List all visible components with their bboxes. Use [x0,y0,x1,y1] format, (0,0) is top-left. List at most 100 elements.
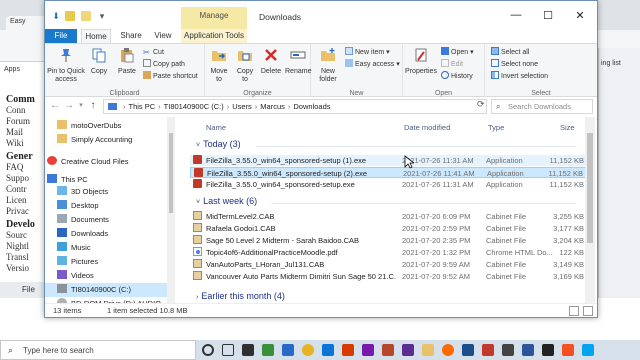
group-earlier[interactable]: › Earlier this month (4) [196,291,285,301]
breadcrumb-separator[interactable]: › [158,102,161,111]
nav-item[interactable]: motoOverDubs [45,119,173,133]
group-last-week[interactable]: ˅ Last week (6) [196,196,257,206]
file-scrollbar-thumb[interactable] [587,133,593,243]
file-row[interactable]: Rafaela Godoi1.CAB 2021-07-20 2:59 PM Cabi… [190,223,588,234]
sidebar-link[interactable]: Suppo [6,173,46,184]
sidebar-link[interactable]: Conn [6,105,46,116]
nav-item[interactable]: Desktop [45,199,173,213]
file-row[interactable]: FileZilla_3.55.0_win64_sponsored-setup.e… [190,179,588,190]
properties-qa-icon[interactable] [65,11,75,21]
column-name[interactable]: Name [206,123,226,132]
file-row[interactable]: FileZilla_3.55.0_win64_sponsored-setup (… [190,155,588,166]
history-button[interactable]: History [441,71,473,82]
browser-tab[interactable]: Easy [6,16,46,30]
details-view-icon[interactable] [569,306,579,316]
media-icon[interactable] [542,344,554,356]
paste-button[interactable]: Paste [113,47,141,76]
large-icons-view-icon[interactable] [583,306,593,316]
nav-item[interactable]: Music [45,241,173,255]
nav-item[interactable]: 3D Objects [45,185,173,199]
bookmark-apps[interactable]: Apps [4,66,20,73]
sidebar-link[interactable]: FAQ [6,162,46,173]
maximize-button[interactable]: ☐ [533,9,563,25]
sidebar-link[interactable]: Nightl [6,241,46,252]
open-button[interactable]: Open ▾ [441,47,474,58]
nav-item[interactable]: Pictures [45,255,173,269]
paste-shortcut-button[interactable]: Paste shortcut [143,71,198,82]
column-date-modified[interactable]: Date modified [404,123,450,132]
invert-selection-button[interactable]: Invert selection [491,71,548,82]
new-folder-button[interactable]: New folder [313,47,343,84]
rename-button[interactable]: Rename [285,47,311,76]
nav-item[interactable]: Downloads [45,227,173,241]
mail-icon[interactable] [322,344,334,356]
sidebar-link[interactable]: Forum [6,116,46,127]
tab-view[interactable]: View [149,29,177,43]
tab-file[interactable]: File [45,29,77,43]
recent-locations-icon[interactable]: ▾ [75,100,87,112]
breadcrumb-segment[interactable]: Marcus [260,102,285,111]
tab-home[interactable]: Home [81,29,111,43]
download-status-item[interactable]: File [0,282,46,298]
file-row[interactable]: Sage 50 Level 2 Midterm - Sarah Baidoo.C… [190,235,588,246]
refresh-icon[interactable]: ⟳ [477,99,487,110]
customize-qa-icon[interactable]: ▾ [97,11,107,21]
back-arrow-icon[interactable]: ← [49,100,61,112]
excel-icon[interactable] [262,344,274,356]
breadcrumb-segment[interactable]: TI80140900C (C:) [164,102,224,111]
cortana-icon[interactable] [202,344,214,356]
sidebar-link[interactable]: Licen [6,195,46,206]
select-none-button[interactable]: Select none [491,59,538,70]
close-button[interactable]: ✕ [565,9,595,25]
pin-quick-access-button[interactable]: Pin to Quick access [47,47,85,84]
file-row[interactable]: Topic4of6-AdditionalPracticeMoodle.pdf 20… [190,247,588,258]
new-item-button[interactable]: New item ▾ [345,47,390,58]
sidebar-link[interactable]: Versio [6,263,46,274]
delete-button[interactable]: Delete [259,47,283,76]
sidebar-link[interactable]: Wiki [6,138,46,149]
breadcrumb-segment[interactable]: Users [232,102,252,111]
terminal-icon[interactable] [462,344,474,356]
task-view-icon[interactable] [222,344,234,356]
quick-access-down-icon[interactable]: ⬇ [51,11,61,21]
breadcrumb-separator[interactable]: › [227,102,230,111]
forward-arrow-icon[interactable]: → [63,100,75,112]
edit-button[interactable]: Edit [441,59,463,70]
copy-to-button[interactable]: Copy to [233,47,257,84]
nav-item[interactable]: Creative Cloud Files [45,155,173,169]
new-folder-qa-icon[interactable] [81,11,91,21]
minimize-button[interactable]: — [501,9,531,25]
sidebar-link[interactable]: Privac [6,206,46,217]
sidebar-link[interactable]: Sourc [6,230,46,241]
live-app-icon[interactable] [242,344,254,356]
onenote-icon[interactable] [362,344,374,356]
outlook-icon[interactable] [522,344,534,356]
cut-button[interactable]: ✂ Cut [143,47,164,58]
select-all-button[interactable]: Select all [491,47,529,58]
copy-button[interactable]: Copy [87,47,111,76]
teams-icon[interactable] [402,344,414,356]
word-icon[interactable] [282,344,294,356]
path-breadcrumb[interactable]: › This PC › TI80140900C (C:) › Users › Marcus › D… [103,99,487,114]
file-row[interactable]: VanAutoParts_LHoran_Jul131.CAB 2021-07-20… [190,259,588,270]
group-today[interactable]: ˅ Today (3) [196,139,241,149]
breadcrumb-separator[interactable]: › [255,102,258,111]
firefox-icon[interactable] [442,344,454,356]
properties-button[interactable]: Properties [405,47,437,76]
file-row[interactable]: MidTermLevel2.CAB 2021-07-20 6:09 PM Cabin… [190,211,588,222]
sidebar-link[interactable]: Transl [6,252,46,263]
file-explorer-taskbar-icon[interactable] [422,344,434,356]
manage-context-label[interactable]: Manage [181,7,247,29]
store-icon[interactable] [582,344,594,356]
app-icon[interactable] [502,344,514,356]
nav-item[interactable]: Videos [45,269,173,283]
search-input[interactable]: ⌕ Search Downloads [491,99,593,114]
taskbar-search-box[interactable]: ⌕ Type here to search [0,340,196,360]
breadcrumb-segment[interactable]: Downloads [293,102,330,111]
powerpoint-icon[interactable] [342,344,354,356]
easy-access-button[interactable]: Easy access ▾ [345,59,400,70]
tab-application-tools[interactable]: Application Tools [181,29,247,43]
breadcrumb-segment[interactable]: This PC [129,102,156,111]
breadcrumb-separator[interactable]: › [123,102,126,111]
sidebar-link[interactable]: Mail [6,127,46,138]
